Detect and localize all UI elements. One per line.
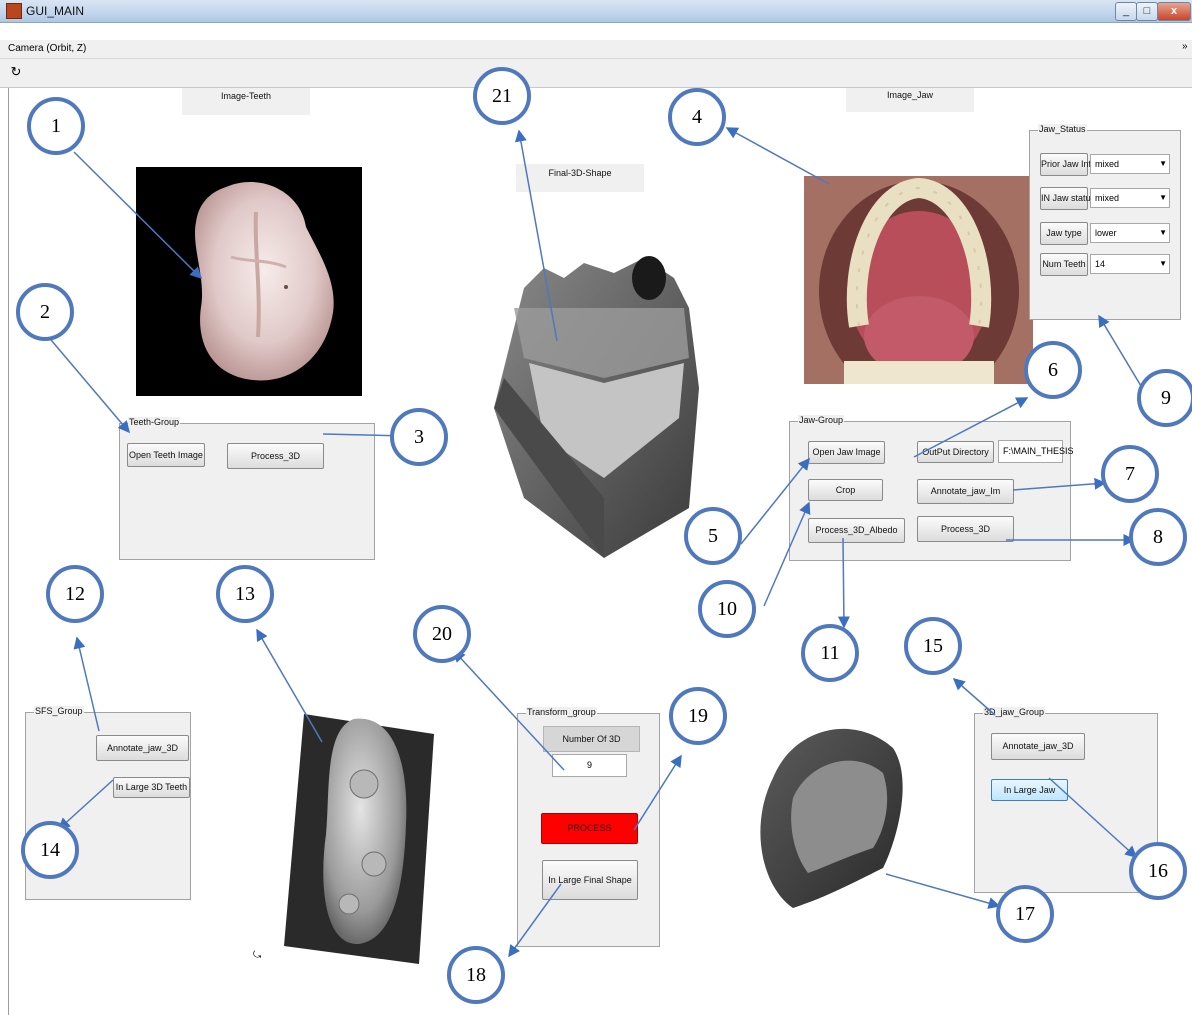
callout-4: 4: [668, 88, 726, 146]
callout-8: 8: [1129, 508, 1187, 566]
camera-mode-bar: Camera (Orbit, Z) »: [0, 40, 1192, 59]
minimize-button[interactable]: _: [1115, 2, 1137, 21]
matlab-app-icon: [6, 3, 22, 19]
callout-1: 1: [27, 97, 85, 155]
callout-5: 5: [684, 507, 742, 565]
rotate-3d-icon[interactable]: ↻: [8, 64, 24, 80]
callout-9: 9: [1137, 369, 1192, 427]
callout-19: 19: [669, 687, 727, 745]
main-canvas: Image-Teeth Final-3D-Shape Image_Jaw Jaw…: [8, 67, 1192, 1015]
toolbar: ↻: [0, 59, 1192, 88]
callout-3: 3: [390, 408, 448, 466]
window-title: GUI_MAIN: [26, 4, 85, 18]
callout-10: 10: [698, 580, 756, 638]
callout-17: 17: [996, 885, 1054, 943]
callout-14: 14: [21, 821, 79, 879]
title-bar: GUI_MAIN _ □ x: [0, 0, 1192, 23]
annotation-arrows: [45, 127, 1142, 958]
callout-16: 16: [1129, 842, 1187, 900]
callout-12: 12: [46, 565, 104, 623]
maximize-button[interactable]: □: [1136, 2, 1158, 21]
callout-15: 15: [904, 617, 962, 675]
callout-11: 11: [801, 624, 859, 682]
close-button[interactable]: x: [1157, 2, 1191, 21]
expand-arrow-icon[interactable]: »: [1182, 41, 1188, 52]
camera-mode-label: Camera (Orbit, Z): [8, 43, 87, 54]
callout-7: 7: [1101, 445, 1159, 503]
callout-6: 6: [1024, 341, 1082, 399]
callout-21: 21: [473, 67, 531, 125]
callout-20: 20: [413, 605, 471, 663]
callout-18: 18: [447, 946, 505, 1004]
callout-13: 13: [216, 565, 274, 623]
callout-2: 2: [16, 283, 74, 341]
